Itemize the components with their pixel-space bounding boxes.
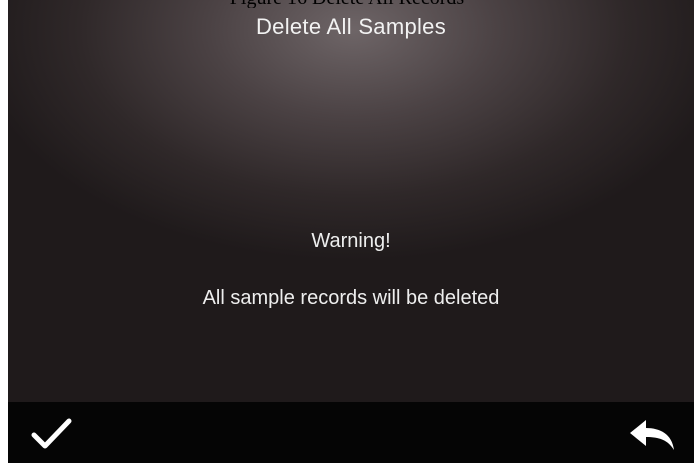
- checkmark-icon: [31, 418, 72, 449]
- return-arrow-icon: [630, 420, 674, 450]
- back-button[interactable]: [626, 416, 678, 456]
- document-caption: Figure 16 Delete All Records: [0, 0, 694, 8]
- screen-title: Delete All Samples: [255, 14, 447, 39]
- main-area: Delete All Samples Warning! All sample r…: [8, 0, 694, 402]
- warning-title: Warning!: [311, 230, 391, 252]
- confirm-button[interactable]: [28, 414, 76, 454]
- warning-message: All sample records will be deleted: [202, 287, 500, 309]
- device-screen: Delete All Samples Warning! All sample r…: [8, 0, 694, 463]
- bottom-bar: [8, 402, 694, 463]
